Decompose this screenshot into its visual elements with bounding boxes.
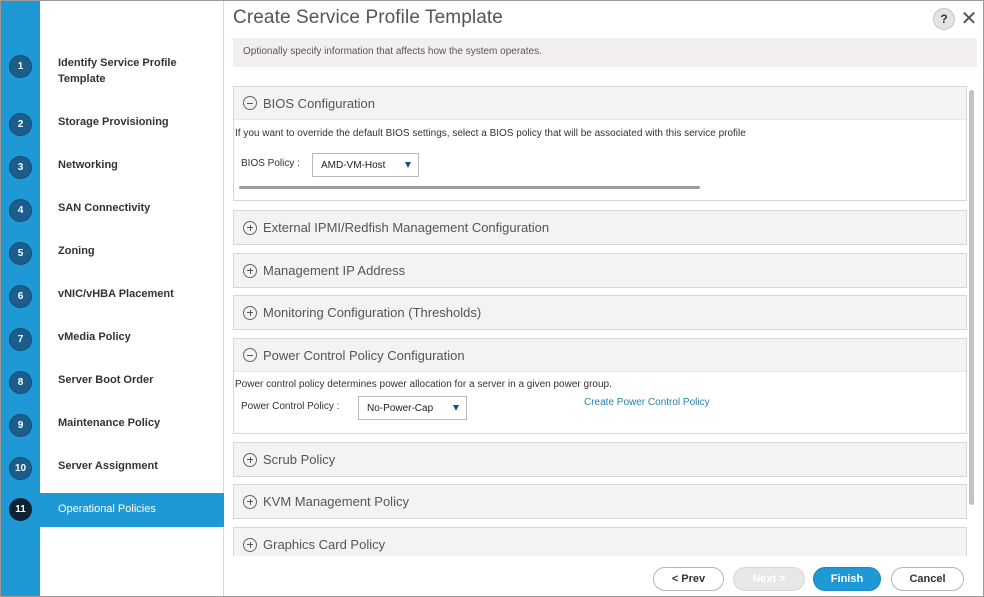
step-number-badge: 1 [9, 55, 32, 78]
expand-icon[interactable] [243, 537, 257, 552]
bios-policy-select[interactable]: AMD-VM-Host [312, 153, 419, 177]
info-banner: Optionally specify information that affe… [233, 38, 977, 67]
section-title: BIOS Configuration [263, 95, 376, 111]
bios-policy-label: BIOS Policy : [241, 158, 300, 169]
step-number-badge: 10 [9, 457, 32, 480]
step-number-badge: 6 [9, 285, 32, 308]
dropdown-arrow-icon [453, 405, 459, 411]
bios-policy-value: AMD-VM-Host [321, 159, 386, 171]
monitoring-configuration-section[interactable]: Monitoring Configuration (Thresholds) [233, 295, 967, 330]
step-label: SAN Connectivity [58, 202, 151, 214]
graphics-card-policy-section[interactable]: Graphics Card Policy [233, 527, 967, 556]
vertical-scrollbar[interactable] [969, 90, 974, 505]
section-title: External IPMI/Redfish Management Configu… [263, 220, 550, 235]
bios-description: If you want to override the default BIOS… [235, 128, 746, 139]
step-number-badge: 11 [9, 498, 32, 521]
step-number-badge: 8 [9, 371, 32, 394]
finish-button[interactable]: Finish [813, 567, 881, 591]
page-title: Create Service Profile Template [233, 7, 503, 28]
step-label: Maintenance Policy [58, 417, 161, 429]
step-label: Server Boot Order [58, 374, 154, 386]
expand-icon[interactable] [243, 452, 257, 467]
step-number-badge: 3 [9, 156, 32, 179]
dialog-window: 1 Identify Service Profile Template 2 St… [0, 0, 984, 597]
step-label: Storage Provisioning [58, 116, 169, 128]
section-title: Graphics Card Policy [263, 537, 386, 552]
step-number-badge: 4 [9, 199, 32, 222]
step-label: vMedia Policy [58, 331, 131, 343]
power-policy-value: No-Power-Cap [367, 402, 434, 414]
info-text: Optionally specify information that affe… [243, 46, 542, 57]
collapse-icon[interactable] [243, 348, 257, 362]
horizontal-scrollbar[interactable] [239, 186, 700, 189]
expand-icon[interactable] [243, 494, 257, 509]
help-button[interactable]: ? [933, 8, 955, 30]
bios-section-header[interactable]: BIOS Configuration [234, 87, 966, 120]
step-label: Server Assignment [58, 460, 158, 472]
expand-icon[interactable] [243, 305, 257, 320]
prev-button[interactable]: < Prev [653, 567, 724, 591]
power-policy-select[interactable]: No-Power-Cap [358, 396, 467, 420]
step-label: Operational Policies [58, 503, 156, 515]
power-section-header[interactable]: Power Control Policy Configuration [234, 339, 966, 372]
management-ip-address-section[interactable]: Management IP Address [233, 253, 967, 288]
next-button[interactable]: Next > [733, 567, 805, 591]
step-label: Identify Service Profile Template [58, 57, 177, 85]
step-label: Zoning [58, 245, 95, 257]
power-control-policy-section: Power Control Policy Configuration Power… [233, 338, 967, 434]
dropdown-arrow-icon [405, 162, 411, 168]
step-label: vNIC/vHBA Placement [58, 288, 174, 300]
bios-configuration-section: BIOS Configuration If you want to overri… [233, 86, 967, 201]
power-description: Power control policy determines power al… [235, 379, 612, 390]
section-title: Monitoring Configuration (Thresholds) [263, 305, 482, 320]
step-number-badge: 5 [9, 242, 32, 265]
external-ipmi-redfish-section[interactable]: External IPMI/Redfish Management Configu… [233, 210, 967, 245]
section-title: Management IP Address [263, 263, 406, 278]
step-number-badge: 7 [9, 328, 32, 351]
expand-icon[interactable] [243, 263, 257, 278]
close-icon[interactable]: ✕ [960, 7, 978, 30]
section-title: Power Control Policy Configuration [263, 347, 465, 363]
power-policy-label: Power Control Policy : [241, 401, 340, 412]
section-title: KVM Management Policy [263, 494, 409, 509]
step-number-badge: 2 [9, 113, 32, 136]
step-number-badge: 9 [9, 414, 32, 437]
content-area: BIOS Configuration If you want to overri… [233, 86, 971, 556]
collapse-icon[interactable] [243, 96, 257, 110]
kvm-management-policy-section[interactable]: KVM Management Policy [233, 484, 967, 519]
step-label: Networking [58, 159, 118, 171]
cancel-button[interactable]: Cancel [891, 567, 964, 591]
create-power-control-policy-link[interactable]: Create Power Control Policy [584, 397, 710, 408]
section-title: Scrub Policy [263, 452, 336, 467]
expand-icon[interactable] [243, 220, 257, 235]
scrub-policy-section[interactable]: Scrub Policy [233, 442, 967, 477]
